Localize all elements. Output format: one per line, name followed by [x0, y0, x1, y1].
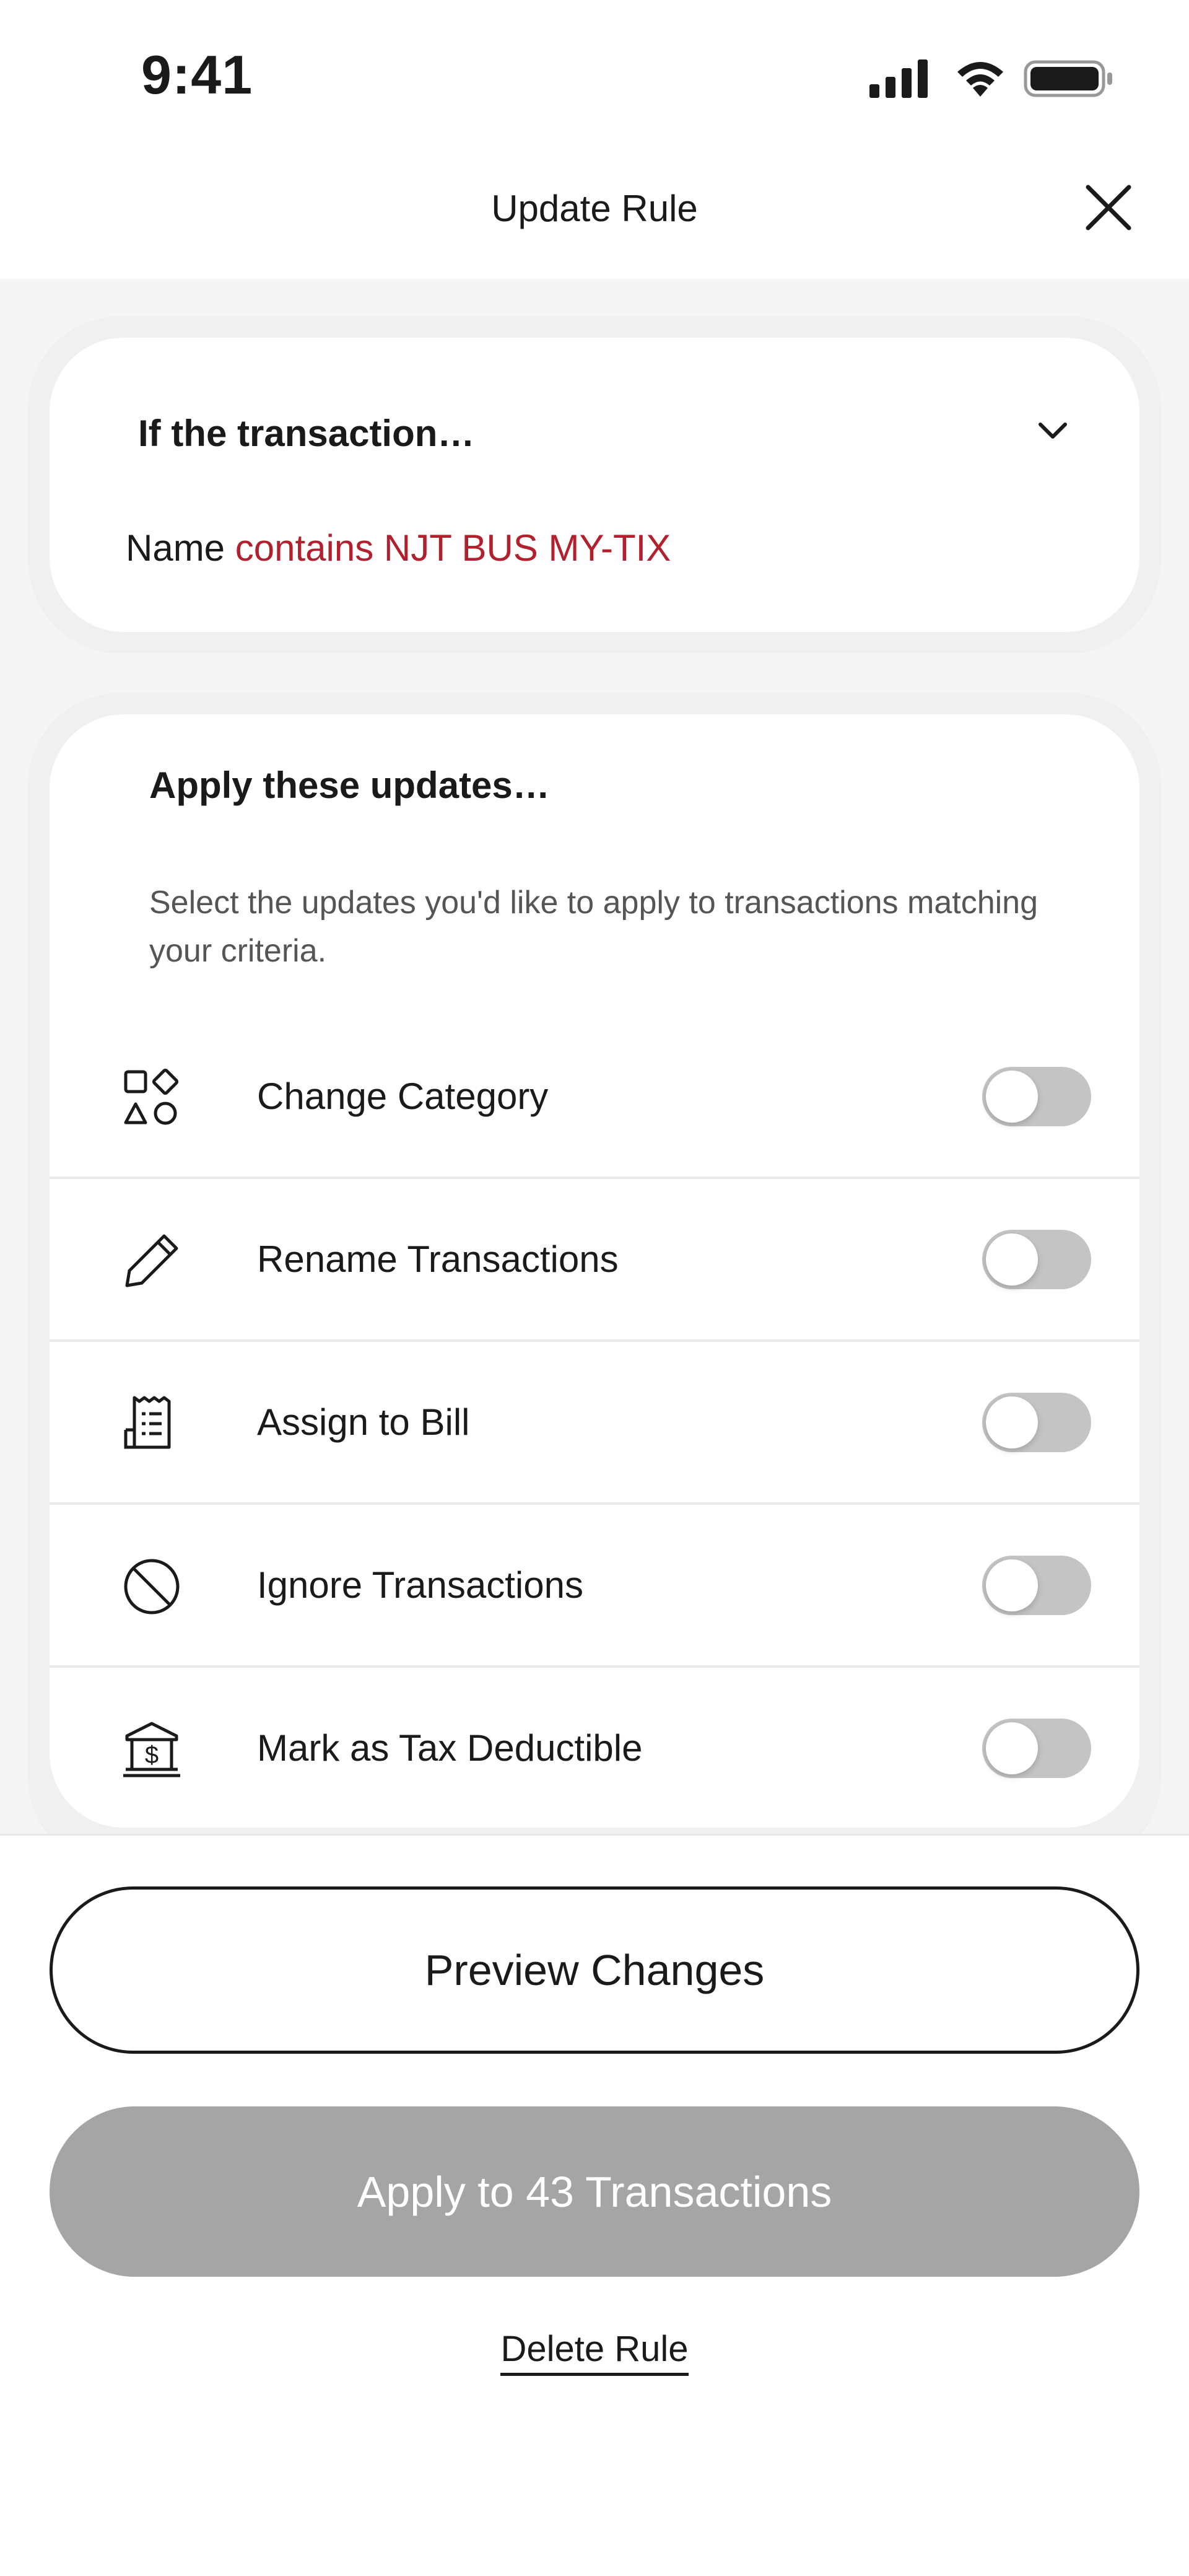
- update-label: Ignore Transactions: [257, 1564, 583, 1606]
- chevron-down-icon: [1039, 423, 1067, 439]
- criteria-card[interactable]: If the transaction… Name contains NJT BU…: [50, 338, 1139, 632]
- pencil-icon: [125, 1234, 178, 1287]
- update-row-tax-deductible[interactable]: $ Mark as Tax Deductible: [50, 1668, 1139, 1828]
- rename-transactions-toggle[interactable]: [982, 1230, 1091, 1289]
- category-shapes-icon: [124, 1068, 179, 1125]
- update-label: Change Category: [257, 1076, 549, 1117]
- bank-dollar-icon: $: [123, 1722, 180, 1777]
- toggle-knob: [986, 1396, 1038, 1448]
- status-bar: 9:41: [0, 0, 1189, 155]
- toggle-knob: [986, 1071, 1038, 1123]
- updates-description: Select the updates you'd like to apply t…: [149, 885, 1039, 969]
- updates-card: Apply these updates… Select the updates …: [50, 714, 1139, 1828]
- updates-title: Apply these updates…: [149, 764, 550, 806]
- criteria-condition: Name contains NJT BUS MY-TIX: [126, 527, 671, 569]
- assign-to-bill-toggle[interactable]: [982, 1393, 1091, 1452]
- close-button[interactable]: [1081, 180, 1136, 235]
- update-label: Mark as Tax Deductible: [257, 1727, 643, 1769]
- toggle-knob: [986, 1722, 1038, 1774]
- criteria-expand-button[interactable]: [1028, 406, 1078, 455]
- criteria-header: If the transaction…: [138, 413, 475, 454]
- criteria-field: Name: [126, 527, 225, 569]
- prohibited-icon: [124, 1559, 180, 1614]
- update-label: Assign to Bill: [257, 1401, 470, 1443]
- svg-text:$: $: [145, 1741, 159, 1769]
- signal-icon: [869, 59, 928, 98]
- update-row-rename-transactions[interactable]: Rename Transactions: [50, 1179, 1139, 1342]
- tax-deductible-toggle[interactable]: [982, 1719, 1091, 1778]
- ignore-transactions-toggle[interactable]: [982, 1556, 1091, 1615]
- delete-rule-label: Delete Rule: [500, 2329, 689, 2376]
- updates-list: Change Category Rename Transactions Assi…: [50, 1016, 1139, 1828]
- update-row-change-category[interactable]: Change Category: [50, 1016, 1139, 1179]
- toggle-knob: [986, 1233, 1038, 1286]
- receipt-icon: [124, 1396, 171, 1449]
- preview-changes-button[interactable]: Preview Changes: [50, 1886, 1139, 2054]
- status-icons: [867, 57, 1115, 100]
- battery-icon: [1024, 60, 1112, 97]
- criteria-card-frame: If the transaction… Name contains NJT BU…: [28, 316, 1161, 654]
- criteria-value: contains NJT BUS MY-TIX: [235, 527, 671, 569]
- page-title: Update Rule: [491, 188, 698, 229]
- delete-rule-link[interactable]: Delete Rule: [0, 2328, 1189, 2376]
- updates-card-frame: Apply these updates… Select the updates …: [28, 693, 1161, 1834]
- rule-content[interactable]: If the transaction… Name contains NJT BU…: [0, 279, 1189, 1834]
- toggle-knob: [986, 1559, 1038, 1611]
- change-category-toggle[interactable]: [982, 1067, 1091, 1126]
- status-time: 9:41: [141, 44, 253, 105]
- update-label: Rename Transactions: [257, 1238, 619, 1280]
- update-row-ignore-transactions[interactable]: Ignore Transactions: [50, 1505, 1139, 1668]
- close-icon: [1086, 185, 1131, 230]
- update-row-assign-to-bill[interactable]: Assign to Bill: [50, 1342, 1139, 1505]
- wifi-icon: [957, 62, 1003, 97]
- bottom-actions: Preview Changes Apply to 43 Transactions…: [0, 1834, 1189, 2576]
- apply-button[interactable]: Apply to 43 Transactions: [50, 2106, 1139, 2277]
- modal-header: Update Rule: [0, 155, 1189, 279]
